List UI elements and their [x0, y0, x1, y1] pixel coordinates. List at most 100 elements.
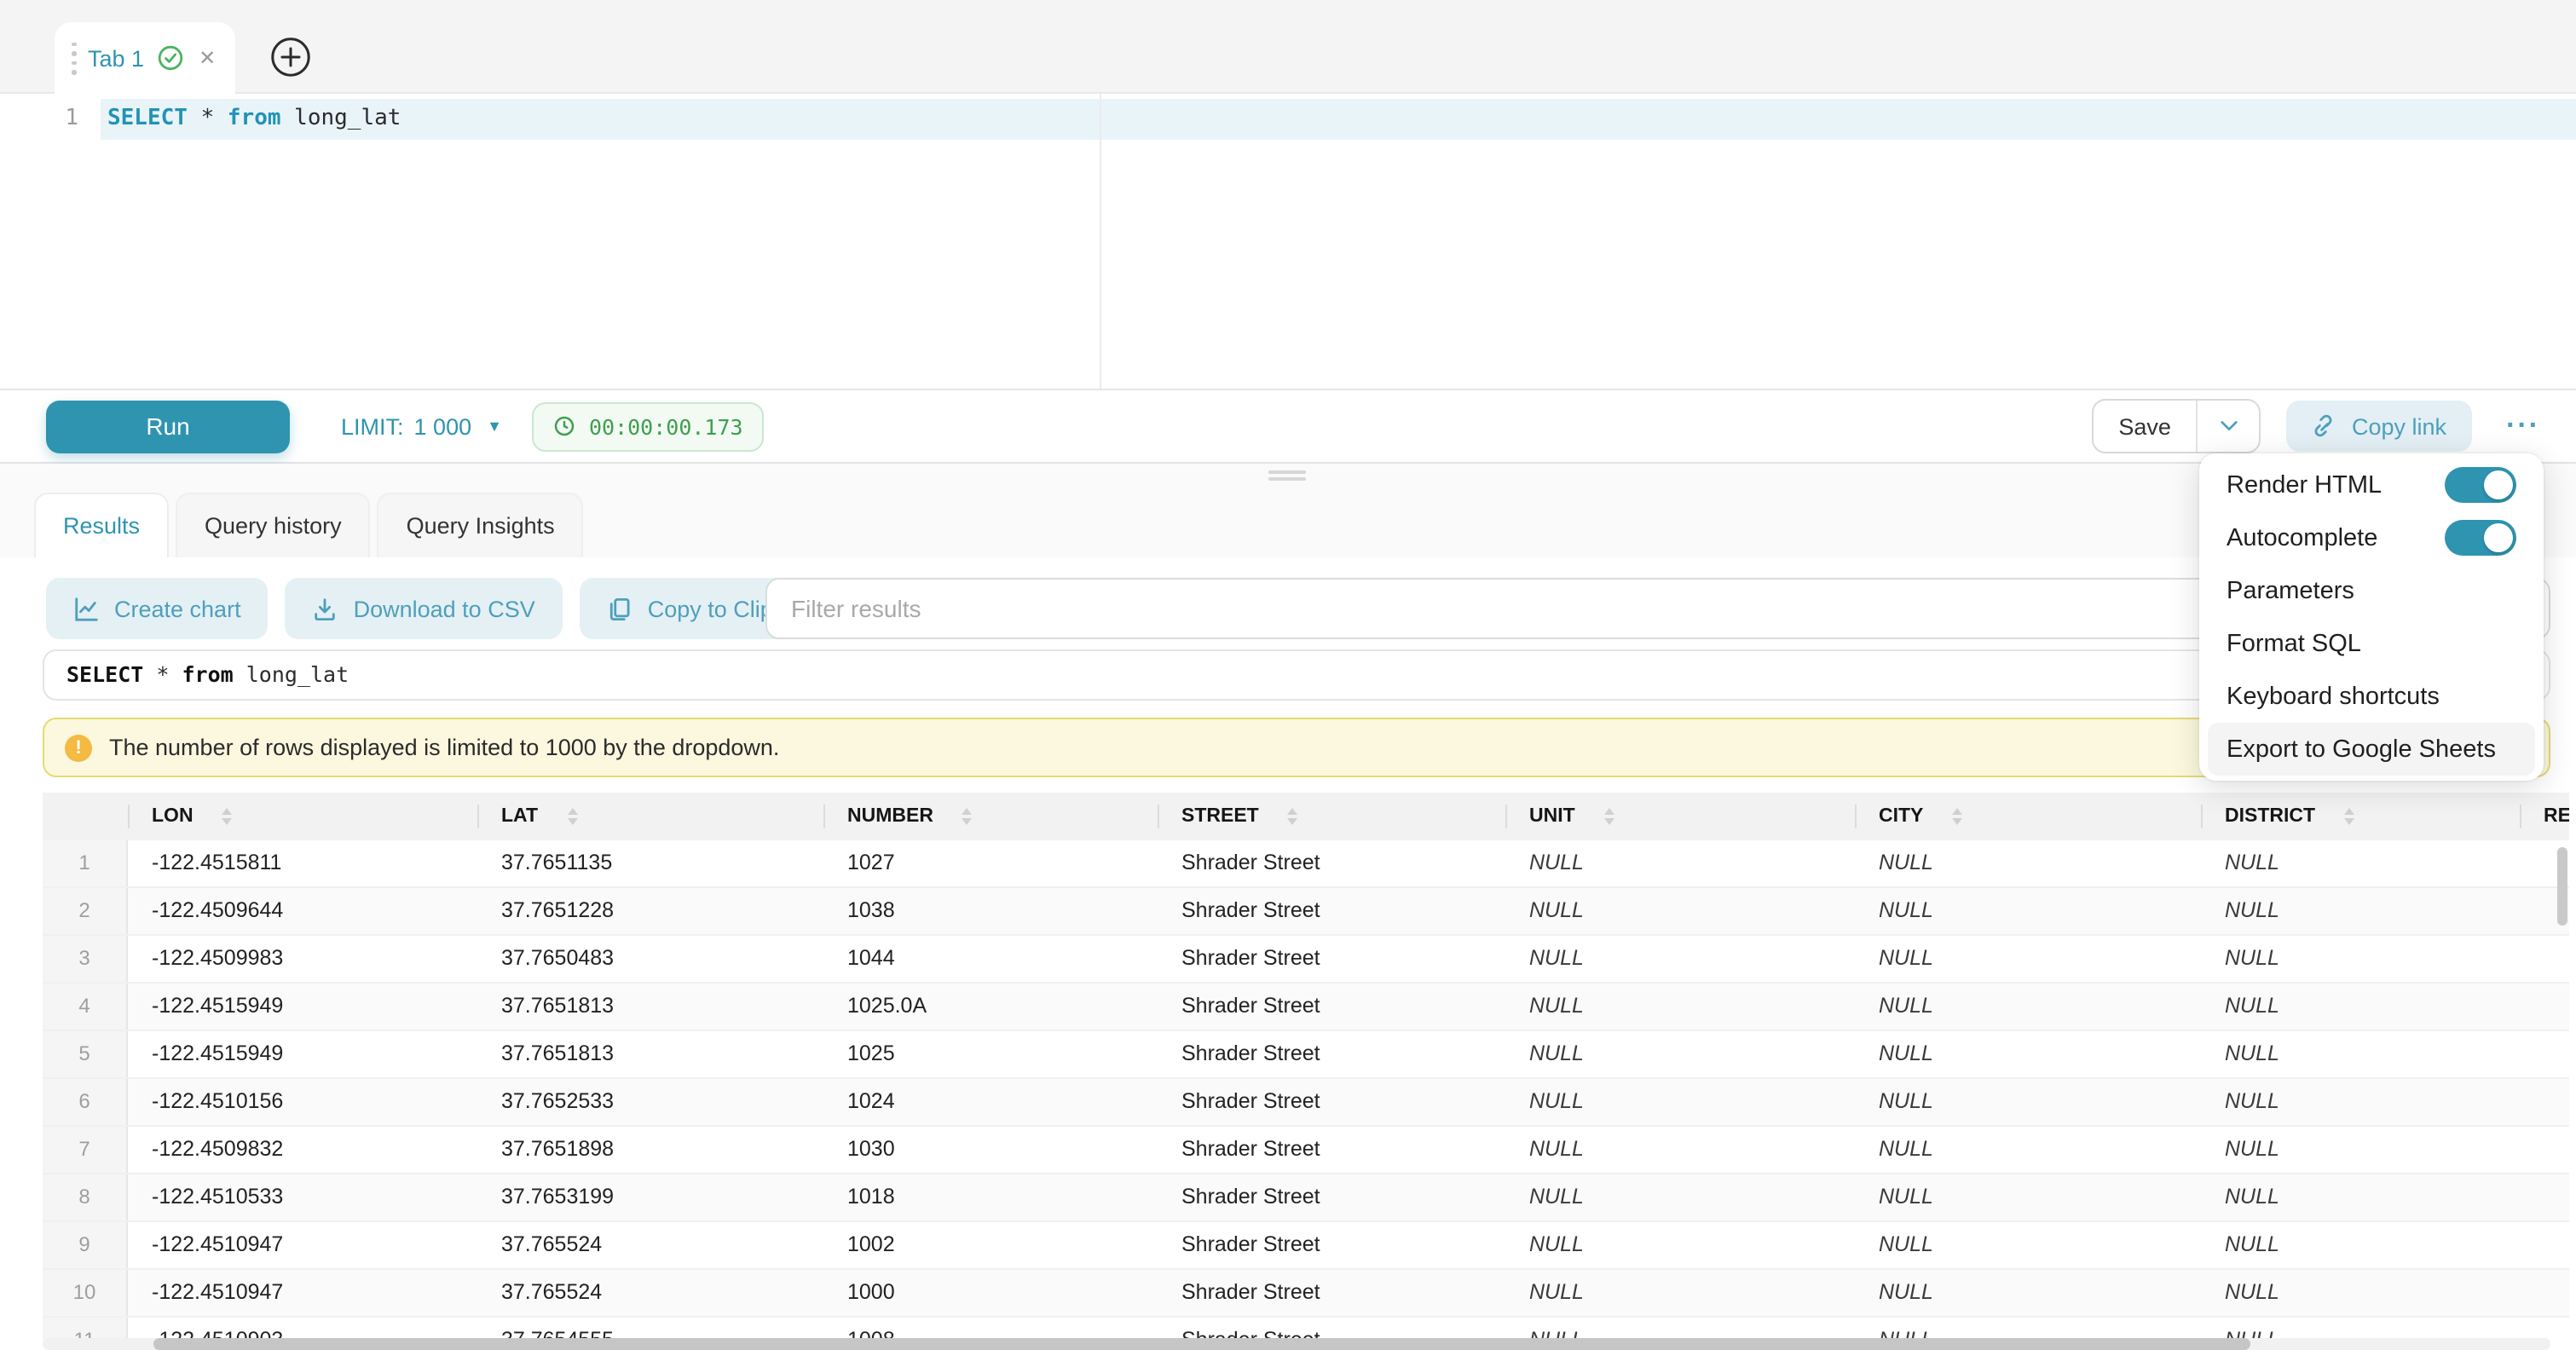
results-tab-bar: Results Query history Query Insights [34, 493, 584, 557]
table-cell: NULL [1855, 1318, 2201, 1340]
menu-item-label: Render HTML [2227, 471, 2382, 499]
menu-item-format-sql[interactable]: Format SQL [2208, 617, 2535, 670]
table-cell: NULL [1505, 1174, 1855, 1220]
create-chart-button[interactable]: Create chart [46, 578, 269, 639]
column-header-number[interactable]: NUMBER [823, 793, 1158, 840]
pane-resize-handle[interactable] [1268, 470, 1306, 481]
vertical-scrollbar-thumb[interactable] [2557, 847, 2567, 926]
menu-item-render-html[interactable]: Render HTML [2208, 459, 2535, 511]
more-options-button[interactable]: ··· [2506, 409, 2540, 443]
run-query-button[interactable]: Run [46, 400, 290, 453]
editor-tab-active[interactable]: Tab 1 ✕ [55, 22, 235, 94]
table-cell: -122.4509983 [128, 936, 477, 982]
chevron-down-icon: ▼ [487, 418, 502, 435]
row-number: 3 [43, 936, 128, 982]
table-cell: 37.7651135 [477, 840, 823, 886]
column-header-lon[interactable]: LON [128, 793, 477, 840]
table-cell: -122.4515811 [128, 840, 477, 886]
table-row: 5-122.451594937.76518131025Shrader Stree… [43, 1031, 2569, 1079]
sort-icon [1604, 808, 1614, 825]
table-row: 2-122.450964437.76512281038Shrader Stree… [43, 888, 2569, 936]
autocomplete-toggle[interactable] [2445, 520, 2516, 556]
results-action-row: Create chart Download to CSV Copy to Cli… [46, 578, 859, 639]
drag-handle-icon[interactable] [72, 42, 76, 74]
horizontal-scrollbar-thumb[interactable] [153, 1338, 2250, 1350]
tab-query-insights[interactable]: Query Insights [378, 493, 584, 557]
menu-item-parameters[interactable]: Parameters [2208, 564, 2535, 617]
table-cell: NULL [2201, 1222, 2520, 1268]
table-corner-cell [43, 793, 128, 840]
tab-results[interactable]: Results [34, 493, 169, 557]
table-row: 11-122.451090337.76545551008Shrader Stre… [43, 1318, 2569, 1340]
table-cell: 37.7651813 [477, 984, 823, 1030]
table-cell: Shrader Street [1158, 840, 1505, 886]
save-button[interactable]: Save [2093, 401, 2197, 452]
tab-query-history[interactable]: Query history [176, 493, 371, 557]
table-row: 3-122.450998337.76504831044Shrader Stree… [43, 936, 2569, 984]
warning-icon: ! [65, 734, 92, 761]
column-header-label: NUMBER [847, 806, 933, 827]
table-cell: -122.4510947 [128, 1270, 477, 1316]
row-number: 7 [43, 1127, 128, 1173]
table-cell: NULL [1855, 840, 2201, 886]
download-csv-label: Download to CSV [354, 596, 535, 621]
table-cell: 37.7651813 [477, 1031, 823, 1077]
table-cell: NULL [1855, 1127, 2201, 1173]
limit-dropdown[interactable]: LIMIT: 1 000 ▼ [341, 413, 502, 439]
column-header-city[interactable]: CITY [1855, 793, 2201, 840]
menu-item-label: Autocomplete [2227, 524, 2377, 551]
query-duration-value: 00:00:00.173 [589, 413, 743, 439]
row-number: 2 [43, 888, 128, 934]
menu-item-export-google-sheets[interactable]: Export to Google Sheets [2208, 723, 2535, 776]
column-header-label: LAT [501, 806, 538, 827]
horizontal-scrollbar-track[interactable] [43, 1338, 2550, 1350]
editor-line-number: 1 [0, 99, 102, 140]
query-success-check-icon [156, 44, 183, 72]
copy-link-button[interactable]: Copy link [2287, 401, 2472, 452]
copy-icon [607, 596, 632, 621]
menu-item-keyboard-shortcuts[interactable]: Keyboard shortcuts [2208, 670, 2535, 723]
table-cell: -122.4515949 [128, 1031, 477, 1077]
column-header-lat[interactable]: LAT [477, 793, 823, 840]
close-tab-icon[interactable]: ✕ [199, 46, 216, 70]
table-cell: 1018 [823, 1174, 1158, 1220]
table-cell: NULL [1505, 1222, 1855, 1268]
row-number: 9 [43, 1222, 128, 1268]
table-cell: 37.7651228 [477, 888, 823, 934]
add-tab-button[interactable] [269, 36, 312, 78]
column-header-unit[interactable]: UNIT [1505, 793, 1855, 840]
sql-text: long_lat [281, 106, 401, 131]
editor-tab-strip [0, 0, 2576, 94]
table-cell: Shrader Street [1158, 1174, 1505, 1220]
table-row: 10-122.451094737.7655241000Shrader Stree… [43, 1270, 2569, 1318]
sql-text: long_lat [234, 661, 349, 687]
render-html-toggle[interactable] [2445, 467, 2516, 503]
table-cell: NULL [1505, 1031, 1855, 1077]
editor-current-line-highlight [102, 99, 2576, 140]
table-cell: NULL [1855, 888, 2201, 934]
menu-item-label: Keyboard shortcuts [2227, 683, 2440, 710]
editor-code-line[interactable]: SELECT * from long_lat [107, 99, 401, 140]
download-csv-button[interactable]: Download to CSV [286, 578, 563, 639]
table-cell: Shrader Street [1158, 1222, 1505, 1268]
menu-item-autocomplete[interactable]: Autocomplete [2208, 511, 2535, 564]
table-cell: Shrader Street [1158, 1318, 1505, 1340]
table-cell: -122.4510947 [128, 1222, 477, 1268]
table-cell: NULL [2201, 1318, 2520, 1340]
table-cell: NULL [1505, 1127, 1855, 1173]
column-header-label: DISTRICT [2225, 806, 2315, 827]
copy-link-label: Copy link [2352, 413, 2446, 439]
column-header-district[interactable]: DISTRICT [2201, 793, 2520, 840]
warning-text: The number of rows displayed is limited … [109, 735, 779, 760]
table-cell: 1027 [823, 840, 1158, 886]
column-header-re[interactable]: RE [2520, 793, 2569, 840]
editor-toolbar: Run LIMIT: 1 000 ▼ 00:00:00.173 Save [0, 389, 2576, 464]
table-cell: NULL [2201, 1031, 2520, 1077]
table-cell: -122.4509832 [128, 1127, 477, 1173]
column-header-street[interactable]: STREET [1158, 793, 1505, 840]
table-row: 6-122.451015637.76525331024Shrader Stree… [43, 1079, 2569, 1127]
table-cell: NULL [1505, 1270, 1855, 1316]
table-cell: Shrader Street [1158, 984, 1505, 1030]
save-options-chevron[interactable] [2197, 401, 2260, 452]
save-split-button: Save [2091, 399, 2261, 453]
